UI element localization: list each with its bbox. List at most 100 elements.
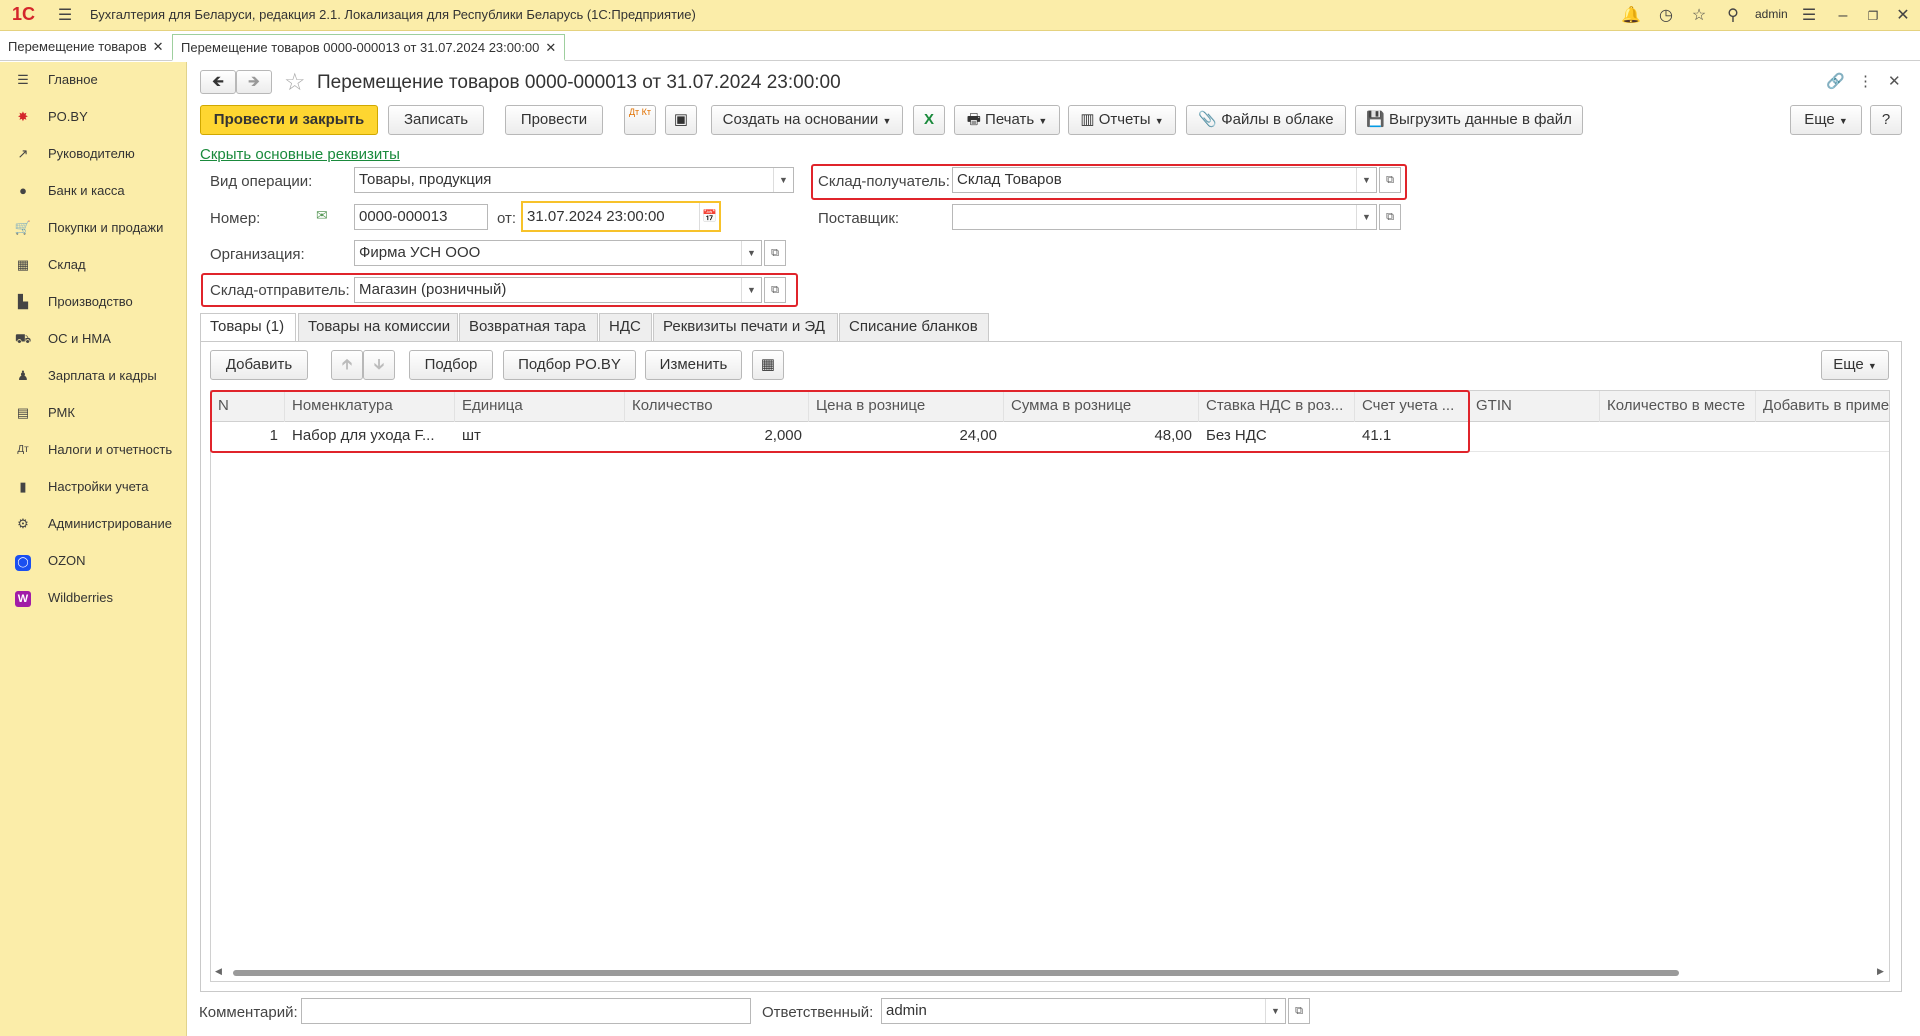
minimize-icon[interactable]: – xyxy=(1832,5,1854,27)
sidebar-item-warehouse[interactable]: ▦ Склад xyxy=(0,250,187,280)
close-window-icon[interactable]: ✕ xyxy=(1892,5,1914,27)
reports-button[interactable]: ▥ Отчеты ▼ xyxy=(1068,105,1176,135)
tab-transfer-document[interactable]: Перемещение товаров 0000-000013 от 31.07… xyxy=(172,34,566,61)
tab-goods[interactable]: Товары (1) xyxy=(200,313,296,343)
sidebar-item-manager[interactable]: ↗ Руководителю xyxy=(0,139,187,169)
horizontal-scrollbar[interactable]: ◀ ▶ xyxy=(211,965,1889,981)
hide-details-link[interactable]: Скрыть основные реквизиты xyxy=(200,146,400,163)
star-icon[interactable]: ☆ xyxy=(1688,5,1710,27)
responsible-select[interactable]: admin ▼ xyxy=(881,998,1286,1024)
sender-label: Склад-отправитель: xyxy=(210,282,350,299)
organization-label: Организация: xyxy=(210,246,305,263)
sender-warehouse-select[interactable]: Магазин (розничный) ▼ xyxy=(354,277,762,303)
tab-print-details[interactable]: Реквизиты печати и ЭД xyxy=(653,313,838,341)
open-icon[interactable]: ⧉ xyxy=(1379,204,1401,230)
supplier-select[interactable]: ▼ xyxy=(952,204,1377,230)
operation-select[interactable]: Товары, продукция ▼ xyxy=(354,167,794,193)
dt-kt-button[interactable]: Дт Кт xyxy=(624,105,656,135)
tab-transfer-list[interactable]: Перемещение товаров ✕ xyxy=(0,34,172,61)
print-button[interactable]: 🖶 Печать ▼ xyxy=(954,105,1060,135)
organization-select[interactable]: Фирма УСН ООО ▼ xyxy=(354,240,762,266)
scrollbar-thumb[interactable] xyxy=(233,970,1679,976)
chevron-down-icon[interactable]: ▼ xyxy=(741,278,761,302)
create-based-on-button[interactable]: Создать на основании ▼ xyxy=(711,105,903,135)
forward-button[interactable]: 🡺 xyxy=(236,70,272,94)
tab-forms-writeoff[interactable]: Списание бланков xyxy=(839,313,989,341)
date-input[interactable]: 31.07.2024 23:00:00 📅 xyxy=(521,201,721,232)
structure-icon[interactable]: ▣ xyxy=(665,105,697,135)
number-input[interactable]: 0000-000013 xyxy=(354,204,488,230)
chevron-down-icon[interactable]: ▼ xyxy=(773,168,793,192)
sidebar-item-salary[interactable]: ♟ Зарплата и кадры xyxy=(0,361,187,391)
post-and-close-button[interactable]: Провести и закрыть xyxy=(200,105,378,135)
sidebar-item-ozon[interactable]: ◯ OZON xyxy=(0,546,187,576)
save-button[interactable]: Записать xyxy=(388,105,484,135)
more-vertical-icon[interactable]: ⋮ xyxy=(1858,72,1873,90)
chevron-down-icon[interactable]: ▼ xyxy=(1356,168,1376,192)
column-header[interactable]: Количество в месте xyxy=(1600,391,1756,422)
calendar-icon[interactable]: 📅 xyxy=(699,203,719,230)
edit-number-icon[interactable]: ✉ xyxy=(316,207,328,224)
close-form-icon[interactable]: ✕ xyxy=(1888,72,1901,90)
tab-vat[interactable]: НДС xyxy=(599,313,652,341)
open-icon[interactable]: ⧉ xyxy=(764,240,786,266)
sidebar-item-rmk[interactable]: ▤ РМК xyxy=(0,398,187,428)
search-icon[interactable]: ⚲ xyxy=(1722,5,1744,27)
main-menu-icon[interactable]: ☰ xyxy=(54,5,76,27)
history-icon[interactable]: ◷ xyxy=(1655,5,1677,27)
comment-input[interactable] xyxy=(301,998,751,1024)
sidebar-item-fixed-assets[interactable]: ⛟ ОС и НМА xyxy=(0,324,187,354)
chart-icon: ▥ xyxy=(1080,111,1095,128)
sidebar-item-wildberries[interactable]: W Wildberries xyxy=(0,583,187,613)
settings-menu-icon[interactable]: ☰ xyxy=(1798,5,1820,27)
help-button[interactable]: ? xyxy=(1870,105,1902,135)
close-icon[interactable]: ✕ xyxy=(545,40,556,55)
chevron-down-icon[interactable]: ▼ xyxy=(1265,999,1285,1023)
chevron-down-icon[interactable]: ▼ xyxy=(1356,205,1376,229)
open-icon[interactable]: ⧉ xyxy=(1379,167,1401,193)
pick-poby-button[interactable]: Подбор PO.BY xyxy=(503,350,636,380)
chevron-down-icon[interactable]: ▼ xyxy=(741,241,761,265)
sidebar-item-settings[interactable]: ▮ Настройки учета xyxy=(0,472,187,502)
close-icon[interactable]: ✕ xyxy=(153,39,164,54)
tab-returnable-containers[interactable]: Возвратная тара xyxy=(459,313,598,341)
cloud-files-button[interactable]: 📎 Файлы в облаке xyxy=(1186,105,1346,135)
person-icon: ♟ xyxy=(17,368,29,383)
sidebar-item-sales[interactable]: 🛒 Покупки и продажи xyxy=(0,213,187,243)
back-button[interactable]: 🡸 xyxy=(200,70,236,94)
sidebar-item-admin[interactable]: ⚙ Администрирование xyxy=(0,509,187,539)
operation-label: Вид операции: xyxy=(210,173,313,190)
tab-commission-goods[interactable]: Товары на комиссии xyxy=(298,313,458,341)
receiver-warehouse-select[interactable]: Склад Товаров ▼ xyxy=(952,167,1377,193)
link-icon[interactable]: 🔗 xyxy=(1826,72,1845,90)
user-name[interactable]: admin xyxy=(1755,7,1788,21)
open-icon[interactable]: ⧉ xyxy=(1288,998,1310,1024)
restore-icon[interactable]: ❐ xyxy=(1862,5,1884,27)
move-down-button[interactable]: 🡳 xyxy=(363,350,395,380)
column-header[interactable]: Добавить в приме xyxy=(1756,391,1889,422)
sidebar-item-production[interactable]: ▙ Производство xyxy=(0,287,187,317)
more-button[interactable]: Еще ▼ xyxy=(1790,105,1862,135)
sidebar-item-taxes[interactable]: Дт Налоги и отчетность xyxy=(0,435,187,465)
column-header[interactable]: GTIN xyxy=(1469,391,1600,422)
favorite-star-icon[interactable]: ☆ xyxy=(284,68,306,97)
add-button[interactable]: Добавить xyxy=(210,350,308,380)
move-up-button[interactable]: 🡱 xyxy=(331,350,363,380)
excel-icon[interactable]: X xyxy=(913,105,945,135)
table-more-button[interactable]: Еще ▼ xyxy=(1821,350,1889,380)
scroll-right-icon[interactable]: ▶ xyxy=(1877,966,1884,977)
open-icon[interactable]: ⧉ xyxy=(764,277,786,303)
dt-kt-icon: Дт Кт xyxy=(628,107,652,117)
open-windows-tabs: Перемещение товаров ✕ Перемещение товаров… xyxy=(0,31,1920,61)
post-button[interactable]: Провести xyxy=(505,105,603,135)
ozon-icon: ◯ xyxy=(14,546,32,576)
sidebar-item-bank[interactable]: ● Банк и касса xyxy=(0,176,187,206)
sidebar-item-poby[interactable]: ✸ PO.BY xyxy=(0,102,187,132)
change-button[interactable]: Изменить xyxy=(645,350,742,380)
sidebar-item-main[interactable]: ☰ Главное xyxy=(0,65,187,95)
barcode-icon[interactable]: ▦ xyxy=(752,350,784,380)
pick-button[interactable]: Подбор xyxy=(409,350,493,380)
export-data-button[interactable]: 💾 Выгрузить данные в файл xyxy=(1355,105,1583,135)
scroll-left-icon[interactable]: ◀ xyxy=(215,966,222,977)
bell-icon[interactable]: 🔔 xyxy=(1620,5,1642,27)
